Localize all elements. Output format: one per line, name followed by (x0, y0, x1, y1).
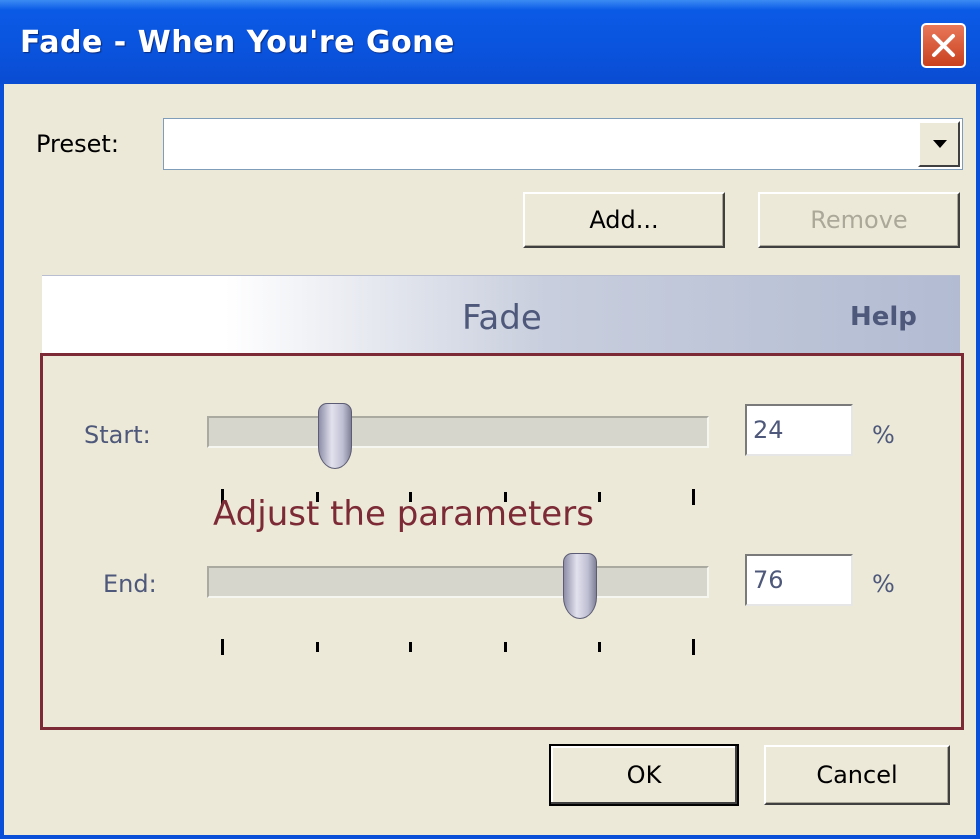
tick-mark (409, 642, 412, 652)
end-slider[interactable] (207, 566, 709, 598)
preset-label: Preset: (36, 130, 119, 158)
end-label: End: (103, 570, 157, 598)
close-button[interactable] (921, 23, 966, 68)
effect-title: Fade (462, 298, 542, 338)
end-percent-unit: % (872, 570, 895, 598)
ok-button[interactable]: OK (549, 744, 739, 806)
end-value-input[interactable]: 76 (745, 554, 853, 606)
start-value-input[interactable]: 24 (745, 404, 853, 456)
chevron-down-icon (933, 140, 947, 148)
end-slider-thumb[interactable] (563, 553, 597, 619)
start-slider-thumb[interactable] (318, 403, 352, 469)
tick-mark (504, 642, 507, 652)
tick-mark (316, 642, 319, 652)
tick-mark (692, 489, 695, 505)
tick-mark (221, 639, 224, 655)
fade-dialog: Fade - When You're Gone Preset: Add... R… (0, 0, 980, 839)
preset-dropdown-button[interactable] (918, 121, 960, 167)
cancel-button[interactable]: Cancel (764, 745, 950, 805)
title-bar[interactable]: Fade - When You're Gone (0, 0, 980, 84)
start-label: Start: (84, 421, 151, 449)
instruction-annotation: Adjust the parameters (213, 494, 594, 534)
tick-mark (692, 639, 695, 655)
preset-dropdown[interactable] (163, 118, 963, 170)
remove-preset-button[interactable]: Remove (758, 192, 960, 248)
window-title: Fade - When You're Gone (20, 25, 455, 60)
effect-header: Fade Help (42, 275, 960, 356)
add-preset-button[interactable]: Add... (523, 192, 725, 248)
end-slider-ticks (207, 639, 709, 659)
close-icon (932, 34, 955, 57)
tick-mark (598, 492, 601, 502)
help-link[interactable]: Help (850, 302, 917, 332)
start-percent-unit: % (872, 421, 895, 449)
start-slider[interactable] (207, 416, 709, 448)
tick-mark (598, 642, 601, 652)
